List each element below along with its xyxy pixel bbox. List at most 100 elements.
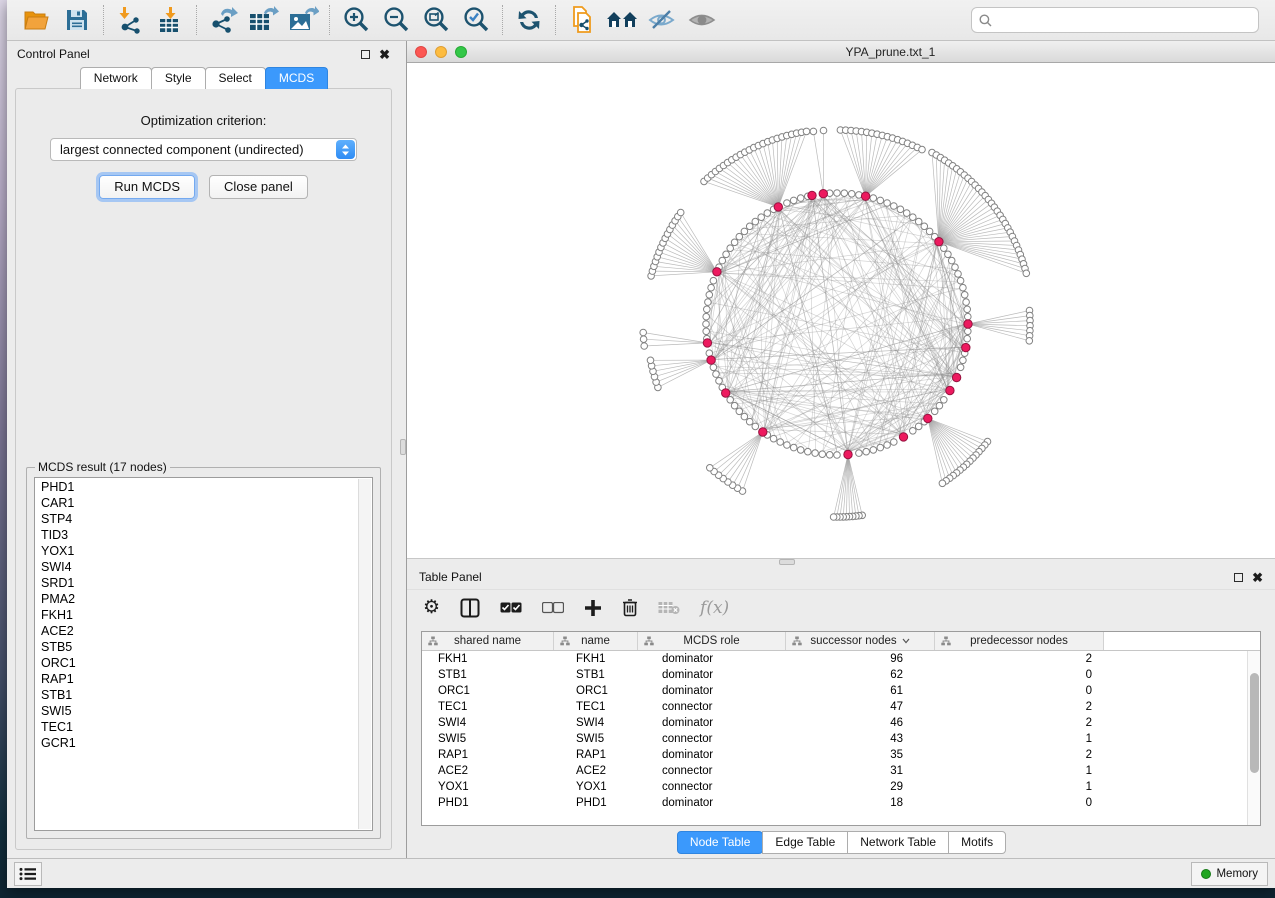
delete-table-button[interactable] [658, 600, 680, 615]
tab-select[interactable]: Select [205, 67, 266, 89]
table-settings-button[interactable]: ⚙ [423, 598, 440, 617]
splitter-grip[interactable] [400, 439, 406, 455]
delete-column-button[interactable] [622, 598, 638, 617]
column-header[interactable]: shared name [422, 632, 554, 650]
network-window-titlebar: YPA_prune.txt_1 [407, 41, 1275, 63]
mcds-list-scrollbar[interactable] [358, 479, 371, 829]
table-panel-title: Table Panel [419, 570, 482, 584]
mcds-result-item[interactable]: ORC1 [37, 655, 358, 671]
mcds-result-item[interactable]: PMA2 [37, 591, 358, 607]
refresh-layout-button[interactable] [509, 2, 549, 38]
mcds-result-list[interactable]: PHD1CAR1STP4TID3YOX1SWI4SRD1PMA2FKH1ACE2… [34, 477, 373, 831]
zoom-fit-button[interactable] [416, 2, 456, 38]
vertical-splitter[interactable] [400, 41, 407, 858]
tab-network[interactable]: Network [80, 67, 152, 89]
horizontal-splitter[interactable] [407, 558, 1275, 565]
network-canvas[interactable] [407, 63, 1275, 558]
zoom-selected-icon [462, 6, 490, 34]
column-header[interactable]: MCDS role [638, 632, 786, 650]
mcds-result-item[interactable]: STP4 [37, 511, 358, 527]
cytoscape-window: Control Panel ✖ Network Style Select MCD… [7, 0, 1275, 888]
table-scrollbar[interactable] [1247, 651, 1260, 825]
desktop: Control Panel ✖ Network Style Select MCD… [0, 0, 1275, 898]
tab-network-table[interactable]: Network Table [847, 831, 949, 854]
close-window-icon[interactable] [415, 46, 427, 58]
mcds-result-item[interactable]: SWI5 [37, 703, 358, 719]
tab-mcds[interactable]: MCDS [265, 67, 328, 89]
select-all-button[interactable] [500, 602, 522, 614]
hide-selected-button[interactable] [642, 2, 682, 38]
mcds-result-item[interactable]: ACE2 [37, 623, 358, 639]
minimize-window-icon[interactable] [435, 46, 447, 58]
tab-style[interactable]: Style [151, 67, 206, 89]
zoom-in-button[interactable] [336, 2, 376, 38]
table-row[interactable]: ACE2ACE2connector311 [422, 763, 1247, 779]
show-columns-button[interactable] [460, 598, 480, 618]
task-history-button[interactable] [14, 862, 42, 886]
mcds-result-item[interactable]: RAP1 [37, 671, 358, 687]
mcds-result-item[interactable]: PHD1 [37, 479, 358, 495]
table-row[interactable]: PHD1PHD1dominator180 [422, 795, 1247, 811]
tab-edge-table[interactable]: Edge Table [762, 831, 848, 854]
trash-icon [622, 598, 638, 617]
splitter-grip[interactable] [779, 559, 795, 565]
status-bar: Memory [7, 858, 1275, 888]
mcds-tab-content: Optimization criterion: largest connecte… [15, 88, 392, 850]
zoom-selected-button[interactable] [456, 2, 496, 38]
search-input[interactable] [997, 13, 1251, 27]
open-folder-icon [24, 8, 51, 32]
function-builder-button[interactable]: f(x) [700, 598, 729, 618]
memory-button[interactable]: Memory [1191, 862, 1268, 886]
create-column-button[interactable] [584, 599, 602, 617]
dropdown-stepper-icon [336, 140, 355, 159]
search-field[interactable] [971, 7, 1259, 33]
mcds-result-item[interactable]: STB5 [37, 639, 358, 655]
duplicate-network-button[interactable] [562, 2, 602, 38]
run-mcds-button[interactable]: Run MCDS [99, 175, 195, 199]
control-panel-title: Control Panel [17, 47, 90, 61]
column-header[interactable]: successor nodes [786, 632, 935, 650]
table-row[interactable]: STB1STB1dominator620 [422, 667, 1247, 683]
import-table-button[interactable] [150, 2, 190, 38]
import-network-button[interactable] [110, 2, 150, 38]
zoom-out-button[interactable] [376, 2, 416, 38]
save-session-button[interactable] [57, 2, 97, 38]
table-row[interactable]: FKH1FKH1dominator962 [422, 651, 1247, 667]
table-row[interactable]: YOX1YOX1connector291 [422, 779, 1247, 795]
close-panel-icon[interactable]: ✖ [1252, 573, 1263, 582]
table-row[interactable]: RAP1RAP1dominator352 [422, 747, 1247, 763]
scrollbar-thumb[interactable] [1250, 673, 1259, 773]
open-session-button[interactable] [17, 2, 57, 38]
column-header[interactable]: name [554, 632, 638, 650]
show-all-button[interactable] [682, 2, 722, 38]
export-image-button[interactable] [283, 2, 323, 38]
column-header[interactable]: predecessor nodes [935, 632, 1104, 650]
close-panel-button[interactable]: Close panel [209, 175, 308, 199]
deselect-all-button[interactable] [542, 602, 564, 614]
mcds-result-item[interactable]: FKH1 [37, 607, 358, 623]
mcds-result-item[interactable]: SRD1 [37, 575, 358, 591]
mcds-result-item[interactable]: CAR1 [37, 495, 358, 511]
mcds-result-item[interactable]: GCR1 [37, 735, 358, 751]
float-panel-icon[interactable] [1234, 573, 1243, 582]
mcds-result-item[interactable]: TEC1 [37, 719, 358, 735]
mcds-result-item[interactable]: YOX1 [37, 543, 358, 559]
tab-node-table[interactable]: Node Table [677, 831, 764, 854]
table-row[interactable]: SWI4SWI4dominator462 [422, 715, 1247, 731]
table-row[interactable]: ORC1ORC1dominator610 [422, 683, 1247, 699]
close-panel-icon[interactable]: ✖ [379, 50, 390, 59]
export-network-button[interactable] [203, 2, 243, 38]
export-table-button[interactable] [243, 2, 283, 38]
mcds-result-item[interactable]: SWI4 [37, 559, 358, 575]
mcds-result-item[interactable]: STB1 [37, 687, 358, 703]
table-row[interactable]: TEC1TEC1connector472 [422, 699, 1247, 715]
toolbar-separator [502, 5, 503, 35]
tree-icon [941, 636, 951, 646]
criterion-dropdown[interactable]: largest connected component (undirected) [50, 138, 357, 161]
mcds-result-item[interactable]: TID3 [37, 527, 358, 543]
first-neighbors-button[interactable] [602, 2, 642, 38]
tab-motifs[interactable]: Motifs [948, 831, 1006, 854]
float-panel-icon[interactable] [361, 50, 370, 59]
table-row[interactable]: SWI5SWI5connector431 [422, 731, 1247, 747]
maximize-window-icon[interactable] [455, 46, 467, 58]
